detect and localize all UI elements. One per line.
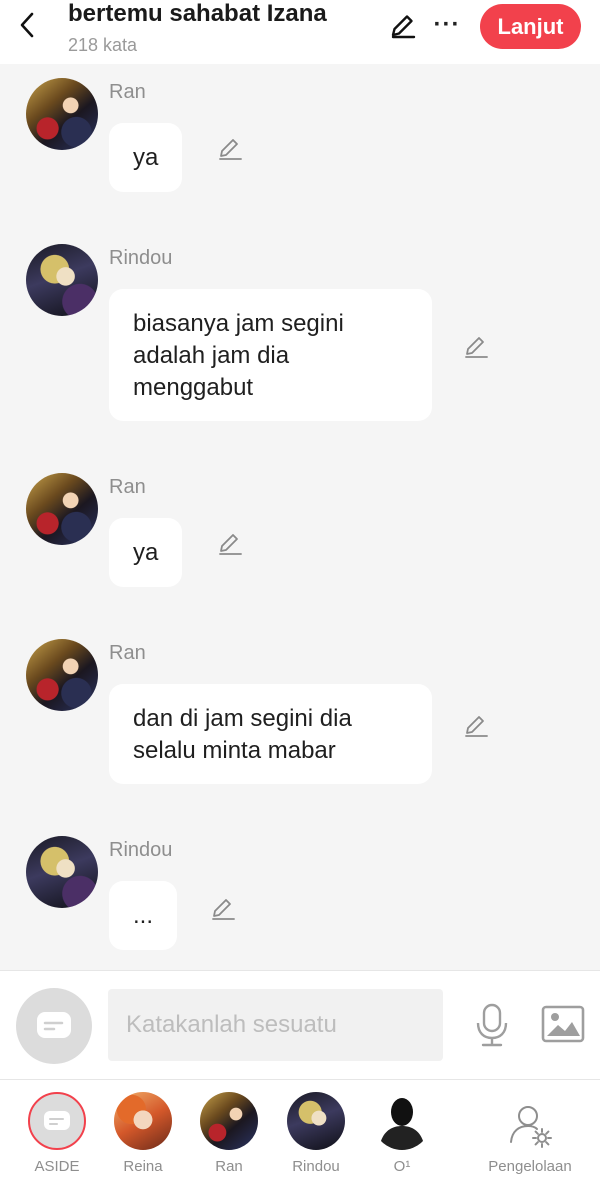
ran-avatar[interactable] — [26, 473, 98, 545]
manage-characters-button[interactable]: Pengelolaan — [480, 1080, 580, 1184]
character-name: O¹ — [393, 1158, 411, 1175]
character-name: Reina — [123, 1158, 163, 1175]
header-bar: bertemu sahabat Izana 218 kata ··· Lanju… — [0, 0, 600, 64]
word-count: 218 kata — [68, 35, 138, 55]
aside-icon — [28, 1092, 86, 1150]
character-name: ASIDE — [34, 1158, 80, 1175]
edit-message-icon[interactable] — [209, 894, 237, 922]
message-bubble[interactable]: dan di jam segini dia selalu minta mabar — [109, 684, 432, 784]
person-silhouette-icon — [373, 1092, 431, 1150]
message-bubble[interactable]: ... — [109, 881, 178, 950]
message-list[interactable]: Ran ya Rindou biasanya jam segini adalah… — [0, 64, 600, 970]
speaker-name: Ran — [109, 642, 146, 664]
edit-message-icon[interactable] — [216, 529, 244, 557]
message-input[interactable] — [108, 989, 443, 1061]
image-button[interactable] — [540, 1003, 586, 1047]
reina-avatar — [114, 1092, 172, 1150]
edit-message-icon[interactable] — [462, 332, 490, 360]
speaker-name: Rindou — [109, 839, 173, 861]
aside-icon — [37, 1012, 71, 1038]
ran-avatar[interactable] — [26, 639, 98, 711]
ran-avatar — [200, 1092, 258, 1150]
rindou-avatar[interactable] — [26, 244, 98, 316]
character-reina[interactable]: Reina — [98, 1080, 188, 1184]
chevron-left-icon — [20, 12, 34, 38]
aside-toggle-button[interactable] — [16, 988, 92, 1064]
manage-label: Pengelolaan — [488, 1158, 572, 1175]
story-title: bertemu sahabat Izana — [68, 0, 327, 27]
character-name: Rindou — [292, 1158, 340, 1175]
edit-message-icon[interactable] — [462, 711, 490, 739]
speaker-name: Rindou — [109, 247, 173, 269]
user-settings-icon — [506, 1102, 554, 1150]
character-rindou[interactable]: Rindou — [271, 1080, 361, 1184]
back-button[interactable] — [14, 8, 40, 42]
compose-bar — [0, 970, 600, 1080]
character-aside[interactable]: ASIDE — [12, 1080, 102, 1184]
edit-title-button[interactable] — [388, 10, 418, 40]
speaker-name: Ran — [109, 476, 146, 498]
more-options-button[interactable]: ··· — [430, 10, 464, 40]
speaker-name: Ran — [109, 81, 146, 103]
rindou-avatar — [287, 1092, 345, 1150]
image-icon — [541, 1005, 585, 1043]
pencil-icon — [391, 15, 416, 39]
next-button[interactable]: Lanjut — [480, 4, 581, 49]
ran-avatar[interactable] — [26, 78, 98, 150]
character-ran[interactable]: Ran — [184, 1080, 274, 1184]
microphone-icon — [476, 1003, 508, 1047]
voice-button[interactable] — [470, 1001, 514, 1049]
rindou-avatar[interactable] — [26, 836, 98, 908]
message-bubble[interactable]: biasanya jam segini adalah jam dia mengg… — [109, 289, 432, 421]
character-name: Ran — [215, 1158, 243, 1175]
edit-message-icon[interactable] — [216, 134, 244, 162]
message-bubble[interactable]: ya — [109, 518, 183, 587]
character-o1[interactable]: O¹ — [357, 1080, 447, 1184]
character-bar: ASIDE Reina Ran Rindou O¹ Pengelolaan — [0, 1080, 600, 1184]
message-bubble[interactable]: ya — [109, 123, 183, 192]
